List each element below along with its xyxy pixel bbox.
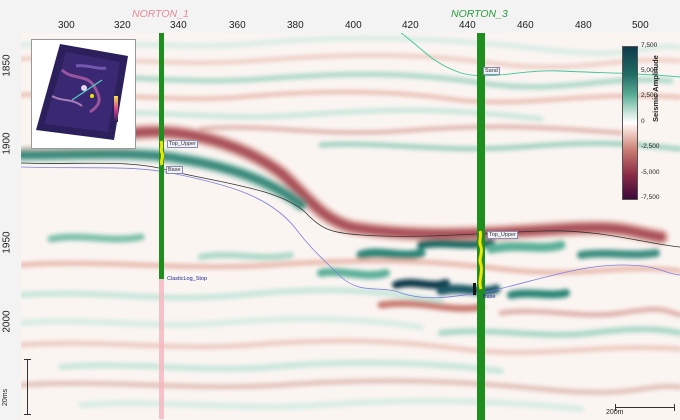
y-tick: 1850 xyxy=(1,54,13,77)
x-tick: 300 xyxy=(58,20,75,31)
location-map-image xyxy=(32,40,135,148)
colorbar-tick: 0 xyxy=(641,118,645,125)
horizon-label-green-w3: Sand xyxy=(483,67,500,75)
x-tick: 440 xyxy=(459,20,476,31)
trace-axis: 300 320 340 360 380 400 420 440 460 480 … xyxy=(0,0,680,33)
vertical-scale-bar-cap xyxy=(24,414,31,415)
colorbar-tick: -5,000 xyxy=(641,169,660,176)
x-tick: 480 xyxy=(575,20,592,31)
x-tick: 380 xyxy=(287,20,304,31)
amplitude-colorbar xyxy=(622,46,638,200)
well-name-norton-1[interactable]: NORTON_1 xyxy=(132,8,189,20)
seismic-section-viewer: 300 320 340 360 380 400 420 440 460 480 … xyxy=(0,0,680,420)
colorbar-tick: 7,500 xyxy=(641,42,658,49)
vertical-scale-bar xyxy=(27,359,28,415)
x-tick: 420 xyxy=(402,20,419,31)
horizon-label-base-w3: Base xyxy=(483,294,496,300)
x-tick: 460 xyxy=(517,20,534,31)
horizontal-scale-bar-cap xyxy=(674,404,675,411)
time-axis: 1850 1900 1950 2000 xyxy=(0,0,21,420)
y-tick: 1900 xyxy=(1,132,13,155)
x-tick: 320 xyxy=(114,20,131,31)
x-tick: 500 xyxy=(632,20,649,31)
y-tick: 2000 xyxy=(1,310,13,333)
horizon-label-top-w3: Top_Upper xyxy=(487,231,518,239)
vertical-scale-label: 20ms xyxy=(2,388,9,406)
y-tick: 1950 xyxy=(1,231,13,254)
horizon-label-base-w1: Base xyxy=(166,166,183,174)
x-tick: 400 xyxy=(345,20,362,31)
x-tick: 340 xyxy=(170,20,187,31)
horizon-label-stop-w1: ClasticLog_Stop xyxy=(167,276,208,282)
location-map-inset[interactable] xyxy=(31,39,136,149)
horizon-label-top-w1: Top_Upper xyxy=(167,140,198,148)
horizontal-scale-bar xyxy=(615,407,675,408)
horizontal-scale-label: 200m xyxy=(606,409,624,416)
well-name-norton-3[interactable]: NORTON_3 xyxy=(451,8,508,20)
colorbar-tick: -7,500 xyxy=(641,194,660,201)
colorbar-tick: -2,500 xyxy=(641,143,660,150)
colorbar-title: Seismic Amplitude xyxy=(651,55,660,122)
x-tick: 360 xyxy=(229,20,246,31)
vertical-scale-bar-cap xyxy=(24,359,31,360)
